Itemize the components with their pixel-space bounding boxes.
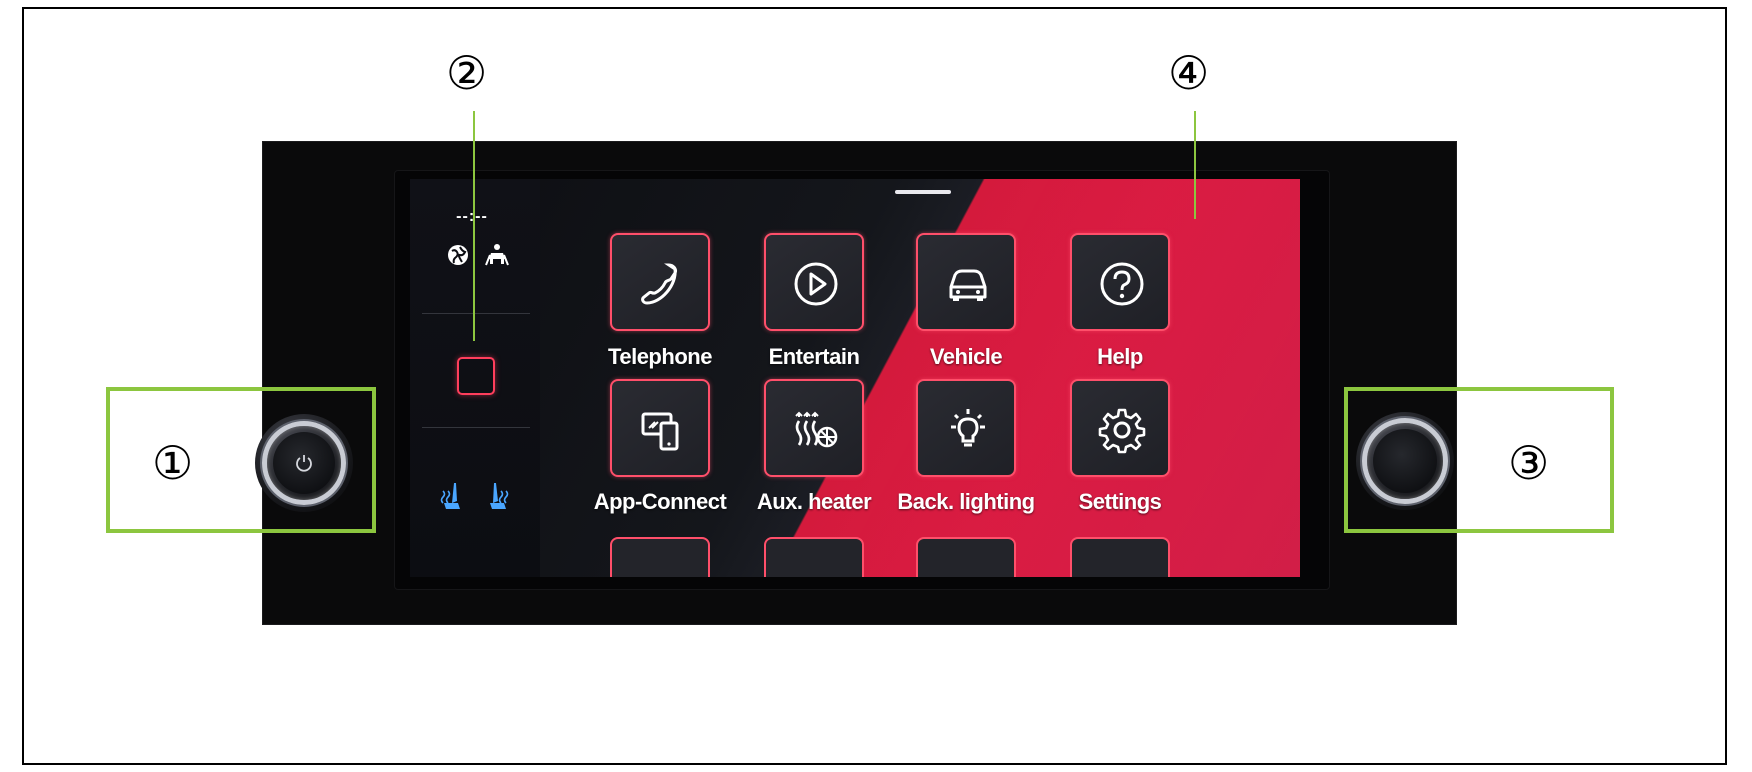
background-lighting-tile[interactable] (916, 379, 1016, 477)
status-icons (446, 243, 518, 273)
callout-box-3 (1344, 387, 1614, 533)
help-tile[interactable] (1070, 233, 1170, 331)
menu-pull-handle[interactable] (895, 190, 951, 194)
settings-label: Settings (1078, 489, 1162, 514)
app-tile-row3[interactable] (1070, 537, 1170, 577)
telephone-tile[interactable] (610, 233, 710, 331)
callout-box-1 (106, 387, 376, 533)
clock-display: --:-- (456, 208, 488, 225)
entertain-label: Entertain (768, 344, 860, 369)
app-tile-row3[interactable] (764, 537, 864, 577)
vehicle-label: Vehicle (929, 344, 1003, 369)
aux-heater-label: Aux. heater (756, 489, 872, 514)
home-button[interactable] (457, 357, 495, 395)
app-connect-tile[interactable] (610, 379, 710, 477)
help-label: Help (1097, 344, 1143, 369)
callout-4: ④ (1168, 46, 1210, 100)
phone-icon (641, 263, 677, 305)
seat-heater-right-icon[interactable] (486, 481, 510, 520)
help-icon (1100, 262, 1144, 306)
aux-heater-tile[interactable] (764, 379, 864, 477)
seat-heater-left-icon[interactable] (440, 481, 464, 520)
callout-line-4 (1194, 111, 1196, 219)
touchscreen[interactable]: --:-- Telephone Entertain Vehicle Help A… (410, 179, 1300, 577)
sidebar-divider (422, 427, 530, 428)
app-connect-icon (641, 412, 679, 451)
app-tile-row3[interactable] (916, 537, 1016, 577)
globe-icon (446, 245, 476, 272)
callout-2: ② (446, 46, 488, 100)
callout-line-2 (473, 111, 475, 341)
telephone-label: Telephone (608, 344, 712, 369)
traffic-assist-icon (484, 244, 510, 272)
sidebar-divider (422, 313, 530, 314)
app-tile-row3[interactable] (610, 537, 710, 577)
entertain-tile[interactable] (764, 233, 864, 331)
car-icon (949, 269, 987, 301)
play-icon (794, 262, 838, 306)
settings-tile[interactable] (1070, 379, 1170, 477)
app-connect-label: App-Connect (593, 489, 727, 514)
status-sidebar: --:-- (410, 179, 540, 577)
background-lighting-label: Back. lighting (897, 489, 1035, 514)
gear-icon (1098, 408, 1146, 454)
vehicle-tile[interactable] (916, 233, 1016, 331)
lightbulb-icon (951, 409, 985, 447)
aux-heater-icon (795, 411, 838, 448)
